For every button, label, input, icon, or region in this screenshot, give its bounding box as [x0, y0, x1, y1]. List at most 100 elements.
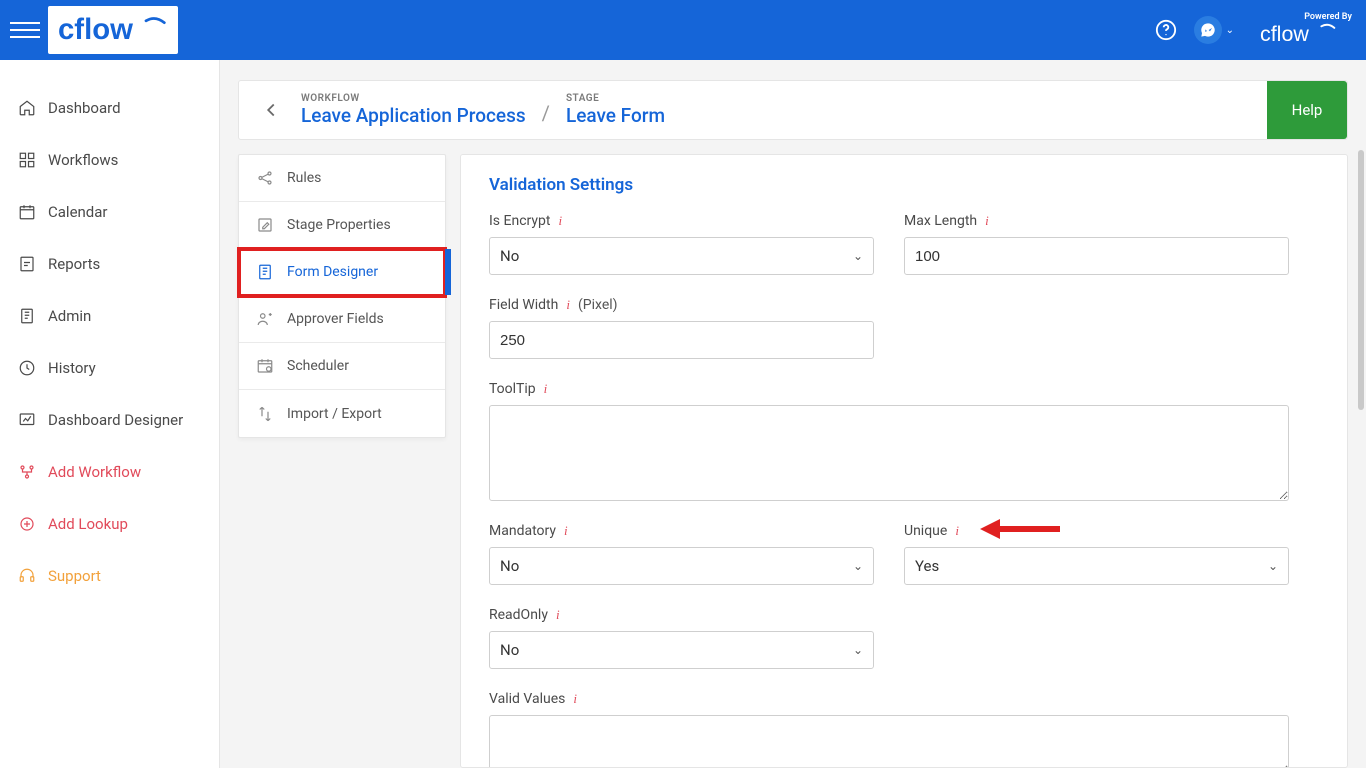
readonly-select[interactable]: No ⌄ — [489, 631, 874, 669]
add-lookup-icon — [18, 515, 36, 533]
field-width-suffix: (Pixel) — [578, 297, 618, 313]
nav-label: Calendar — [48, 203, 108, 221]
config-nav: Rules Stage Properties Form Designer App… — [238, 154, 446, 438]
back-button[interactable] — [257, 96, 285, 124]
nav-label: Add Workflow — [48, 463, 141, 481]
section-title: Validation Settings — [489, 175, 1319, 195]
messenger-icon[interactable] — [1194, 16, 1222, 44]
config-item-rules[interactable]: Rules — [239, 155, 445, 202]
info-icon[interactable]: i — [573, 691, 577, 707]
mandatory-value: No — [500, 557, 519, 575]
field-width-input[interactable] — [489, 321, 874, 359]
admin-icon — [18, 307, 36, 325]
nav-label: Dashboard — [48, 99, 121, 117]
add-workflow-icon — [18, 463, 36, 481]
nav-item-dashboard-designer[interactable]: Dashboard Designer — [0, 394, 219, 446]
nav-label: Reports — [48, 255, 100, 273]
nav-item-support[interactable]: Support — [0, 550, 219, 602]
nav-item-add-workflow[interactable]: Add Workflow — [0, 446, 219, 498]
chevron-down-icon: ⌄ — [853, 249, 863, 263]
max-length-label: Max Length — [904, 213, 977, 229]
nav-label: Support — [48, 567, 101, 585]
breadcrumb-separator: / — [542, 101, 550, 127]
stage-name[interactable]: Leave Form — [566, 104, 665, 127]
info-icon[interactable]: i — [544, 381, 548, 397]
mandatory-label: Mandatory — [489, 523, 556, 539]
edit-icon — [255, 215, 275, 235]
nav-item-dashboard[interactable]: Dashboard — [0, 82, 219, 134]
share-icon — [255, 168, 275, 188]
info-icon[interactable]: i — [985, 213, 989, 229]
is-encrypt-value: No — [500, 247, 519, 265]
scrollbar-thumb[interactable] — [1358, 150, 1364, 410]
unique-label: Unique — [904, 523, 947, 539]
history-icon — [18, 359, 36, 377]
nav-item-workflows[interactable]: Workflows — [0, 134, 219, 186]
page-header: WORKFLOW Leave Application Process / STA… — [238, 80, 1348, 140]
help-button[interactable]: Help — [1267, 81, 1347, 139]
svg-text:cflow: cflow — [1260, 22, 1309, 46]
is-encrypt-select[interactable]: No ⌄ — [489, 237, 874, 275]
nav-item-calendar[interactable]: Calendar — [0, 186, 219, 238]
home-icon — [18, 99, 36, 117]
info-icon[interactable]: i — [955, 523, 959, 539]
info-icon[interactable]: i — [564, 523, 568, 539]
unique-select[interactable]: Yes ⌄ — [904, 547, 1289, 585]
help-icon[interactable] — [1152, 16, 1180, 44]
nav-label: History — [48, 359, 96, 377]
active-indicator — [445, 249, 451, 295]
brand-logo[interactable]: cflow — [48, 6, 178, 54]
config-item-stage-properties[interactable]: Stage Properties — [239, 202, 445, 249]
nav-label: Admin — [48, 307, 91, 325]
form-icon — [255, 262, 275, 282]
tooltip-label: ToolTip — [489, 381, 536, 397]
powered-by-logo: Powered By cflow — [1260, 12, 1352, 48]
chart-icon — [18, 411, 36, 429]
mandatory-select[interactable]: No ⌄ — [489, 547, 874, 585]
readonly-value: No — [500, 641, 519, 659]
info-icon[interactable]: i — [566, 297, 570, 313]
config-label: Stage Properties — [287, 217, 391, 233]
config-label: Scheduler — [287, 358, 349, 374]
support-icon — [18, 567, 36, 585]
chevron-down-icon: ⌄ — [1268, 559, 1278, 573]
tooltip-textarea[interactable] — [489, 405, 1289, 501]
report-icon — [18, 255, 36, 273]
config-item-import-export[interactable]: Import / Export — [239, 390, 445, 437]
chevron-down-icon: ⌄ — [853, 559, 863, 573]
approver-icon — [255, 309, 275, 329]
nav-item-history[interactable]: History — [0, 342, 219, 394]
content: WORKFLOW Leave Application Process / STA… — [220, 60, 1366, 768]
messenger-caret-icon[interactable]: ⌄ — [1226, 25, 1234, 36]
svg-text:cflow: cflow — [58, 13, 133, 46]
valid-values-label: Valid Values — [489, 691, 565, 707]
calendar-icon — [18, 203, 36, 221]
config-label: Approver Fields — [287, 311, 384, 327]
workflow-eyebrow: WORKFLOW — [301, 93, 526, 104]
import-export-icon — [255, 404, 275, 424]
topbar: cflow ⌄ Powered By cflow — [0, 0, 1366, 60]
info-icon[interactable]: i — [558, 213, 562, 229]
nav-item-admin[interactable]: Admin — [0, 290, 219, 342]
main-nav: Dashboard Workflows Calendar Reports Adm… — [0, 60, 220, 768]
field-width-label: Field Width — [489, 297, 558, 313]
config-item-form-designer[interactable]: Form Designer — [239, 249, 445, 296]
grid-icon — [18, 151, 36, 169]
chevron-down-icon: ⌄ — [853, 643, 863, 657]
scheduler-icon — [255, 356, 275, 376]
nav-label: Add Lookup — [48, 515, 128, 533]
form-panel: Validation Settings Is Encrypt i No ⌄ — [460, 154, 1348, 768]
config-label: Rules — [287, 170, 321, 186]
config-label: Form Designer — [287, 264, 378, 280]
config-item-approver-fields[interactable]: Approver Fields — [239, 296, 445, 343]
unique-value: Yes — [915, 557, 939, 575]
nav-label: Dashboard Designer — [48, 411, 183, 429]
max-length-input[interactable] — [904, 237, 1289, 275]
menu-toggle[interactable] — [10, 15, 40, 45]
valid-values-textarea[interactable] — [489, 715, 1289, 768]
workflow-name[interactable]: Leave Application Process — [301, 104, 526, 127]
info-icon[interactable]: i — [556, 607, 560, 623]
config-item-scheduler[interactable]: Scheduler — [239, 343, 445, 390]
nav-item-reports[interactable]: Reports — [0, 238, 219, 290]
nav-item-add-lookup[interactable]: Add Lookup — [0, 498, 219, 550]
